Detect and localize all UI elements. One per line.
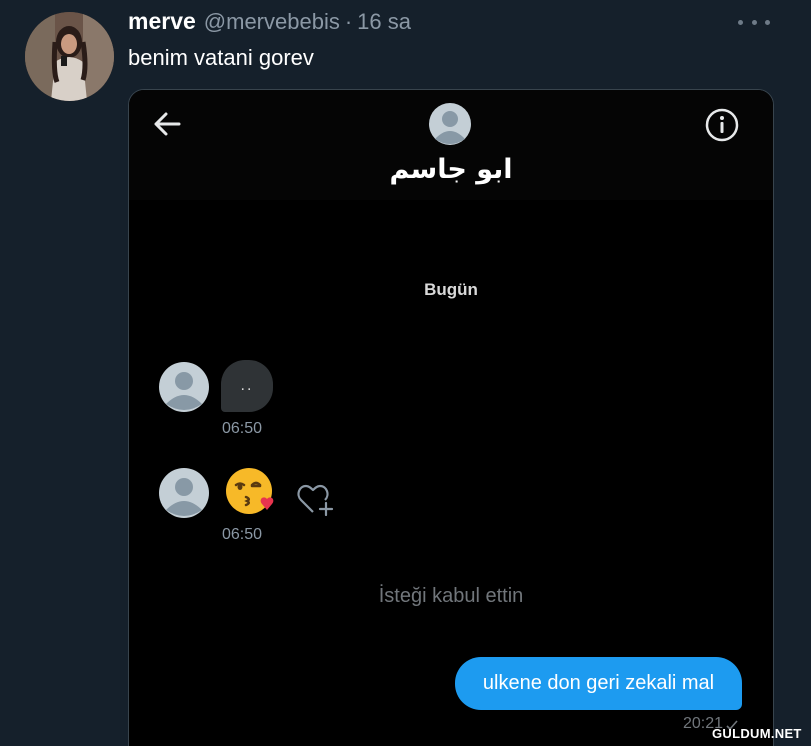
message-time: 06:50 <box>222 526 263 543</box>
dm-header: ابو جاسم <box>129 90 773 200</box>
request-accepted-notice: İsteği kabul ettin <box>378 585 524 607</box>
more-dots-icon[interactable] <box>738 16 770 28</box>
incoming-message-bubble[interactable]: .. <box>221 360 273 412</box>
attached-image[interactable]: ابو جاسم Bugün .. 06:50 06:50 İsteği kab… <box>128 89 774 746</box>
tweet-page: merve @mervebebis · 16 sa benim vatani g… <box>0 0 811 746</box>
display-name[interactable]: merve <box>128 8 196 35</box>
add-reaction-icon[interactable] <box>295 482 335 516</box>
watermark: GULDUM.NET <box>712 726 802 741</box>
author-photo-icon <box>25 12 114 101</box>
user-handle[interactable]: @mervebebis <box>204 9 340 35</box>
sender-avatar-icon[interactable] <box>159 468 209 518</box>
message-time: 06:50 <box>222 420 263 437</box>
outgoing-message-bubble[interactable]: ulkene don geri zekali mal <box>455 657 742 710</box>
kiss-emoji-icon[interactable] <box>224 466 278 520</box>
sender-avatar-icon[interactable] <box>159 362 209 412</box>
contact-avatar-icon[interactable] <box>429 103 471 145</box>
tweet-header: merve @mervebebis · 16 sa <box>128 8 411 38</box>
date-divider: Bugün <box>424 280 478 299</box>
separator: · <box>344 9 353 34</box>
arrow-left-icon[interactable] <box>151 110 183 138</box>
tweet-text: benim vatani gorev <box>128 45 314 70</box>
tweet-time[interactable]: 16 sa <box>357 9 411 35</box>
author-avatar[interactable] <box>25 12 114 101</box>
contact-name: ابو جاسم <box>389 154 513 185</box>
info-icon[interactable] <box>705 108 739 142</box>
